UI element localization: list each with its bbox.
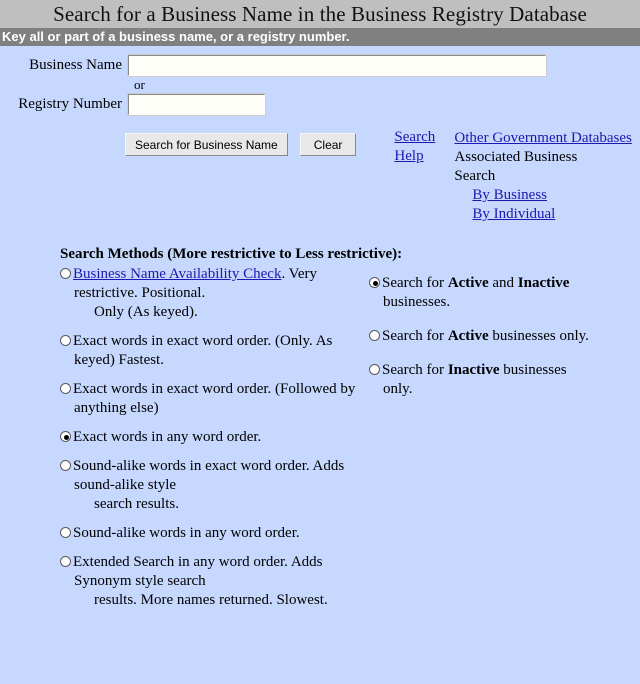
status-filter-option-2[interactable]: Search for Inactive businesses only. [369,361,590,399]
search-method-option-5[interactable]: Sound-alike words in any word order. [60,524,360,543]
business-name-input[interactable] [127,54,547,77]
or-separator-label: or [134,77,145,92]
by-individual-link[interactable]: By Individual [472,206,555,222]
status-filter-option-0-post: businesses. [383,294,451,310]
status-filter-column: Search for Active and Inactive businesse… [360,246,590,620]
search-form: Business Name or Registry Number Search … [0,46,640,224]
radio-icon-method-0[interactable] [60,268,71,279]
search-method-option-6-subtext: results. More names returned. Slowest. [94,592,328,608]
registry-number-label: Registry Number [18,96,122,112]
instruction-text: Key all or part of a business name, or a… [2,29,350,44]
search-help-link[interactable]: Search Help [394,129,435,164]
search-method-option-4[interactable]: Sound-alike words in exact word order. A… [60,457,360,495]
search-method-option-0-subtext: Only (As keyed). [94,304,198,320]
associated-business-label-line1: Associated Business [454,149,578,165]
by-individual-row: By Individual [454,205,631,224]
status-filter-option-1[interactable]: Search for Active businesses only. [369,327,590,346]
registry-number-row: Registry Number [0,93,640,116]
other-government-databases-row: Other Government Databases [454,129,631,148]
status-filter-option-0-bold2: Inactive [517,275,570,291]
status-filter-option-0[interactable]: Search for Active and Inactive businesse… [369,274,590,312]
search-help-link-wrap: Search Help [394,128,444,166]
government-links-column: Other Government Databases Associated Bu… [454,129,631,224]
search-method-option-6[interactable]: Extended Search in any word order. Adds … [60,553,360,591]
search-for-business-name-button[interactable]: Search for Business Name [125,133,288,156]
radio-icon-status-0[interactable] [369,277,380,288]
page-header-bar: Search for a Business Name in the Busine… [0,0,640,28]
search-method-option-4-subtext: search results. [94,496,179,512]
radio-icon-method-3[interactable] [60,431,71,442]
radio-icon-status-2[interactable] [369,364,380,375]
status-filter-option-2-pre: Search for [382,362,448,378]
status-filter-option-0-pre: Search for [382,275,448,291]
search-method-option-3-label: Exact words in any word order. [73,429,262,445]
registry-number-input[interactable] [127,93,266,116]
page-title: Search for a Business Name in the Busine… [53,2,587,26]
search-method-option-1[interactable]: Exact words in exact word order. (Only. … [60,332,360,370]
business-name-row: Business Name [0,54,640,77]
search-method-option-0[interactable]: Business Name Availability Check. Very r… [60,265,360,303]
search-method-option-5-label: Sound-alike words in any word order. [73,525,300,541]
instruction-bar: Key all or part of a business name, or a… [0,28,640,46]
status-filter-option-0-bold1: Active [447,275,489,291]
other-government-databases-link[interactable]: Other Government Databases [454,130,631,146]
action-row: Search for Business Name Clear Search He… [0,129,640,224]
business-name-availability-check-link[interactable]: Business Name Availability Check [73,266,281,282]
radio-icon-method-6[interactable] [60,556,71,567]
radio-icon-status-1[interactable] [369,330,380,341]
associated-business-label-line2: Search [454,168,496,184]
status-filter-option-2-bold1: Inactive [447,362,500,378]
search-methods-column: Search Methods (More restrictive to Less… [0,246,403,620]
by-business-link[interactable]: By Business [472,187,547,203]
status-filter-option-1-post: businesses only. [488,328,589,344]
status-filter-option-1-bold1: Active [447,328,489,344]
status-filter-option-0-mid: and [488,275,518,291]
radio-icon-method-4[interactable] [60,460,71,471]
search-method-option-3[interactable]: Exact words in any word order. [60,428,360,447]
search-method-option-2[interactable]: Exact words in exact word order. (Follow… [60,380,360,418]
radio-icon-method-5[interactable] [60,527,71,538]
business-name-label: Business Name [29,57,122,73]
search-method-option-1-label: Exact words in exact word order. (Only. … [73,333,333,368]
search-method-option-6-label: Extended Search in any word order. Adds … [73,554,323,589]
status-filter-option-1-pre: Search for [382,328,448,344]
radio-icon-method-2[interactable] [60,383,71,394]
search-method-option-2-label: Exact words in exact word order. (Follow… [73,381,356,416]
search-method-option-4-label: Sound-alike words in exact word order. A… [73,458,345,493]
search-methods-heading: Search Methods (More restrictive to Less… [60,246,403,262]
search-methods-section: Search Methods (More restrictive to Less… [0,246,640,620]
clear-button[interactable]: Clear [299,133,357,156]
by-business-row: By Business [454,186,631,205]
radio-icon-method-1[interactable] [60,335,71,346]
